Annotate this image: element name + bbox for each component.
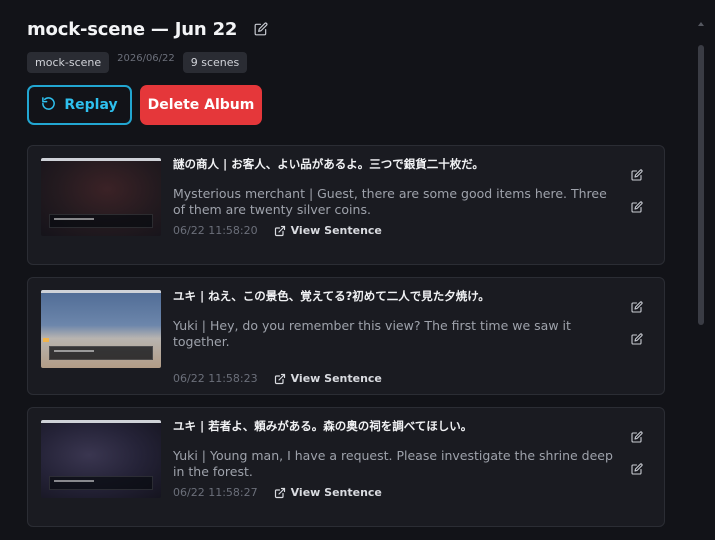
edit-english-icon[interactable] <box>630 332 644 346</box>
view-sentence-label: View Sentence <box>290 224 382 237</box>
view-sentence-link[interactable]: View Sentence <box>274 372 382 385</box>
delete-album-label: Delete Album <box>147 97 255 113</box>
album-header: mock-scene — Jun 22 mock-scene 2026/06/2… <box>27 17 675 73</box>
external-link-icon <box>274 225 285 236</box>
sentence-english: Mysterious merchant | Guest, there are s… <box>173 186 607 217</box>
sentence-english: Yuki | Young man, I have a request. Plea… <box>173 448 613 479</box>
scrollbar-thumb[interactable] <box>698 45 704 325</box>
view-sentence-label: View Sentence <box>290 486 382 499</box>
view-sentence-label: View Sentence <box>290 372 382 385</box>
delete-album-button[interactable]: Delete Album <box>140 85 262 125</box>
scene-thumbnail[interactable] <box>41 290 161 368</box>
sentence-timestamp: 06/22 11:58:20 <box>173 224 258 237</box>
sentence-japanese: ユキ | ねえ、この景色、覚えてる?初めて二人で見た夕焼け。 <box>173 289 490 303</box>
view-sentence-link[interactable]: View Sentence <box>274 486 382 499</box>
external-link-icon <box>274 373 285 384</box>
sentence-timestamp: 06/22 11:58:23 <box>173 372 258 385</box>
edit-english-icon[interactable] <box>630 462 644 476</box>
replay-button[interactable]: Replay <box>27 85 132 125</box>
scene-count-badge: 9 scenes <box>182 52 248 73</box>
sentence-card: 謎の商人 | お客人、よい品があるよ。三つで銀貨二十枚だ。 Mysterious… <box>27 145 665 265</box>
edit-english-icon[interactable] <box>630 200 644 214</box>
sentence-card: ユキ | 若者よ、頼みがある。森の奥の祠を調べてほしい。 Yuki | Youn… <box>27 407 665 527</box>
album-title: mock-scene — Jun 22 <box>27 18 238 40</box>
album-actions: Replay Delete Album <box>27 85 262 125</box>
replay-label: Replay <box>64 97 118 113</box>
sentence-english: Yuki | Hey, do you remember this view? T… <box>173 318 571 349</box>
sentence-japanese: 謎の商人 | お客人、よい品があるよ。三つで銀貨二十枚だ。 <box>173 157 484 171</box>
sentence-japanese: ユキ | 若者よ、頼みがある。森の奥の祠を調べてほしい。 <box>173 419 473 433</box>
external-link-icon <box>274 487 285 498</box>
edit-japanese-icon[interactable] <box>630 168 644 182</box>
sentence-card: ユキ | ねえ、この景色、覚えてる?初めて二人で見た夕焼け。 Yuki | He… <box>27 277 665 395</box>
scroll-up-arrow-icon[interactable] <box>698 12 704 26</box>
edit-japanese-icon[interactable] <box>630 300 644 314</box>
album-date: 2026/06/22 <box>117 53 175 64</box>
album-tag: mock-scene <box>27 52 110 73</box>
scene-thumbnail[interactable] <box>41 158 161 236</box>
edit-title-icon[interactable] <box>253 21 269 37</box>
replay-icon <box>41 96 56 115</box>
view-sentence-link[interactable]: View Sentence <box>274 224 382 237</box>
sentence-timestamp: 06/22 11:58:27 <box>173 486 258 499</box>
scene-thumbnail[interactable] <box>41 420 161 498</box>
edit-japanese-icon[interactable] <box>630 430 644 444</box>
